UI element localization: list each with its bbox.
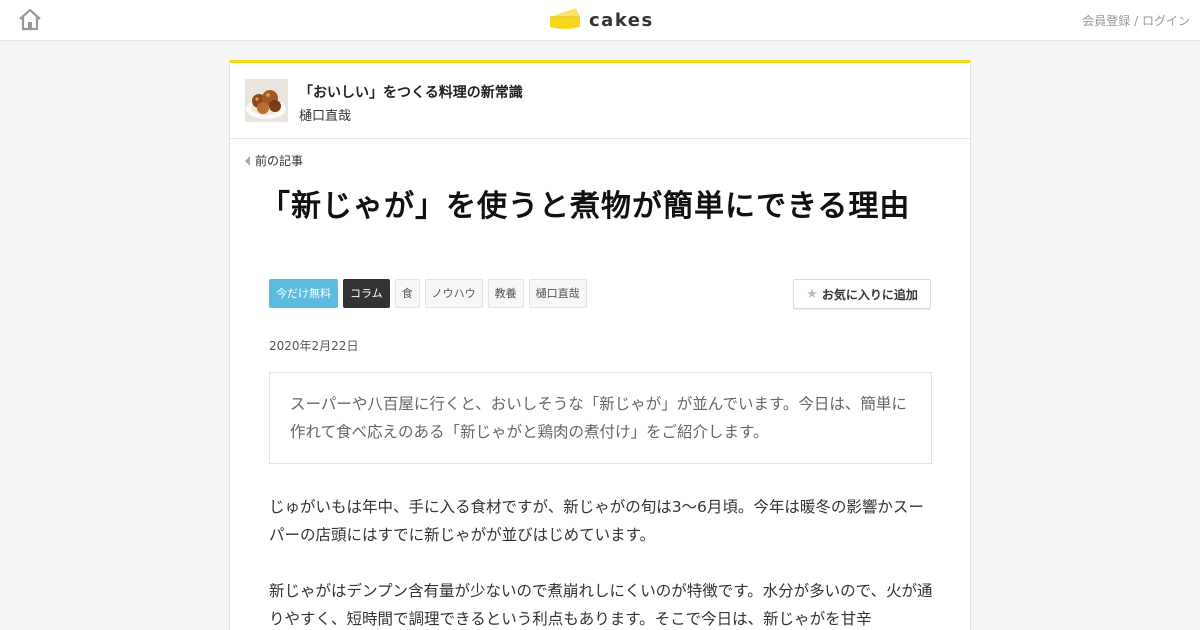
- tag-knowhow[interactable]: ノウハウ: [424, 279, 483, 308]
- auth-separator: /: [1130, 14, 1142, 28]
- lead-summary: スーパーや八百屋に行くと、おいしそうな「新じゃが」が並んでいます。今日は、簡単に…: [269, 372, 932, 464]
- series-author[interactable]: 樋口直哉: [299, 105, 351, 124]
- auth-links: 会員登録 / ログイン: [1082, 12, 1190, 29]
- prev-article-label: 前の記事: [255, 154, 304, 168]
- body-paragraph: じゅがいもは年中、手に入る食材ですが、新じゃがの旬は3〜6月頃。今年は暖冬の影響…: [269, 498, 924, 544]
- tag-culture[interactable]: 教養: [487, 279, 524, 308]
- article-card: 「おいしい」をつくる料理の新常識 樋口直哉 前の記事 「新じゃが」を使うと煮物が…: [229, 60, 971, 630]
- tag-food[interactable]: 食: [394, 279, 420, 308]
- tag-column[interactable]: コラム: [343, 279, 390, 308]
- cheese-cake-icon: [548, 5, 582, 35]
- prev-article-link[interactable]: 前の記事: [245, 152, 303, 169]
- series-header[interactable]: 「おいしい」をつくる料理の新常識 樋口直哉: [230, 63, 970, 139]
- tag-list: 今だけ無料 コラム 食 ノウハウ 教養 樋口直哉: [269, 279, 587, 308]
- body-paragraph: 新じゃがはデンプン含有量が少ないので煮崩れしにくいのが特徴です。水分が多いので、…: [269, 582, 933, 628]
- site-logo[interactable]: cakes: [548, 6, 654, 34]
- logo-text: cakes: [589, 9, 654, 31]
- chevron-left-icon: [245, 155, 250, 166]
- top-bar: cakes 会員登録 / ログイン: [0, 0, 1200, 41]
- series-title[interactable]: 「おいしい」をつくる料理の新常識: [299, 82, 523, 102]
- star-icon: ★: [806, 286, 818, 302]
- add-favorite-button[interactable]: ★ お気に入りに追加: [793, 279, 931, 309]
- register-link[interactable]: 会員登録: [1082, 14, 1130, 28]
- tag-author[interactable]: 樋口直哉: [528, 279, 587, 308]
- simmered-dish-thumbnail[interactable]: [245, 79, 288, 122]
- tag-free[interactable]: 今だけ無料: [269, 279, 338, 308]
- login-link[interactable]: ログイン: [1142, 14, 1190, 28]
- home-icon[interactable]: [17, 8, 43, 32]
- add-favorite-label: お気に入りに追加: [821, 287, 918, 302]
- publish-date: 2020年2月22日: [269, 339, 359, 353]
- article-title: 「新じゃが」を使うと煮物が簡単にできる理由: [260, 189, 911, 224]
